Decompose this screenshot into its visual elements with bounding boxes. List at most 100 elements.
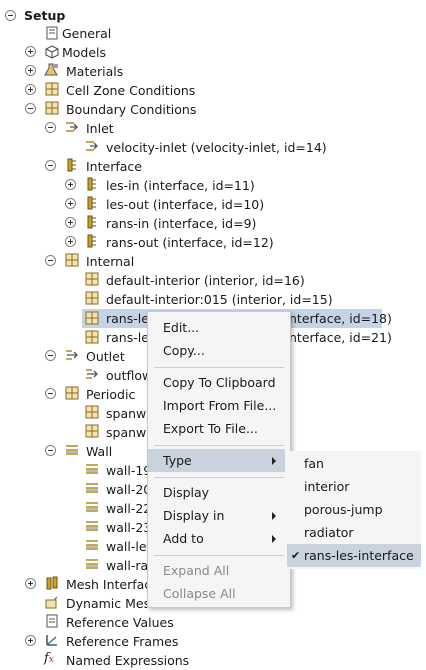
menu-separator <box>154 477 284 478</box>
interface-icon <box>87 177 96 191</box>
interface-icon <box>87 234 96 248</box>
tree-item-les-in[interactable]: les-in (interface, id=11) <box>106 176 255 195</box>
collapse-toggle[interactable] <box>45 445 56 456</box>
menu-item-copy-to-clipboard[interactable]: Copy To Clipboard <box>148 371 290 394</box>
internal-icon <box>85 272 99 286</box>
expand-toggle[interactable] <box>25 46 36 57</box>
tree-item-wall-19[interactable]: wall-19 <box>106 461 151 480</box>
collapse-toggle[interactable] <box>25 103 36 114</box>
tree-item-outlet[interactable]: Outlet <box>86 347 125 366</box>
menu-item-display-in[interactable]: Display in <box>148 504 285 527</box>
dynamic-mesh-icon <box>45 596 58 609</box>
tree-item-periodic[interactable]: Periodic <box>86 385 135 404</box>
expand-toggle[interactable] <box>65 236 76 247</box>
models-icon <box>45 45 59 59</box>
tree-item-setup[interactable]: Setup <box>24 6 65 25</box>
tree-item-wall[interactable]: Wall <box>86 442 112 461</box>
submenu-item-fan[interactable]: fan <box>287 452 421 475</box>
submenu-item-rans-les-interface-label: rans-les-interface <box>304 548 414 563</box>
tree-item-rans-les-21-suffix: nterface, id=21) <box>289 330 392 345</box>
menu-item-import-from-file[interactable]: Import From File... <box>148 394 290 417</box>
outlet-icon <box>86 369 98 379</box>
reference-frames-icon <box>46 635 57 646</box>
submenu-item-interior[interactable]: interior <box>287 475 421 498</box>
menu-separator <box>154 555 284 556</box>
menu-item-expand-all[interactable]: Expand All <box>148 559 290 582</box>
expand-toggle[interactable] <box>65 198 76 209</box>
wall-icon <box>86 464 98 474</box>
tree-item-wall-22[interactable]: wall-22 <box>106 499 151 518</box>
tree-item-wall-20[interactable]: wall-20 <box>106 480 151 499</box>
tree-item-velocity-inlet[interactable]: velocity-inlet (velocity-inlet, id=14) <box>106 138 327 157</box>
tree-item-cell-zone-conditions[interactable]: Cell Zone Conditions <box>66 81 195 100</box>
tree-item-boundary-conditions[interactable]: Boundary Conditions <box>66 100 196 119</box>
menu-item-add-to-label: Add to <box>163 531 204 546</box>
wall-icon <box>86 540 98 550</box>
tree-item-named-expressions[interactable]: Named Expressions <box>66 651 189 670</box>
internal-icon <box>65 253 79 267</box>
tree-item-rans-les-21[interactable]: rans-le <box>106 328 149 347</box>
submenu-arrow-icon <box>272 535 276 543</box>
tree-item-rans-les-18-suffix: nterface, id=18) <box>289 311 392 326</box>
tree-item-mesh-interfaces[interactable]: Mesh Interfac <box>66 575 151 594</box>
collapse-toggle[interactable] <box>45 388 56 399</box>
tree-item-models[interactable]: Models <box>62 43 106 62</box>
collapse-toggle[interactable] <box>45 350 56 361</box>
tree-item-dynamic-mesh[interactable]: Dynamic Mes <box>66 594 150 613</box>
tree-item-wall-les[interactable]: wall-le <box>106 537 147 556</box>
internal-icon <box>85 311 99 325</box>
tree-item-general[interactable]: General <box>62 24 111 43</box>
submenu-item-porous-jump[interactable]: porous-jump <box>287 498 421 521</box>
tree-item-reference-frames[interactable]: Reference Frames <box>66 632 178 651</box>
tree-item-default-interior-015[interactable]: default-interior:015 (interior, id=15) <box>106 290 333 309</box>
tree-item-materials[interactable]: Materials <box>66 62 123 81</box>
menu-item-copy[interactable]: Copy... <box>148 339 290 362</box>
tree-item-default-interior[interactable]: default-interior (interior, id=16) <box>106 271 305 290</box>
expand-toggle[interactable] <box>25 635 36 646</box>
menu-item-collapse-all[interactable]: Collapse All <box>148 582 290 605</box>
tree-item-rans-out[interactable]: rans-out (interface, id=12) <box>106 233 274 252</box>
submenu-item-radiator[interactable]: radiator <box>287 521 421 544</box>
menu-item-add-to[interactable]: Add to <box>148 527 285 550</box>
tree-item-reference-values[interactable]: Reference Values <box>66 613 174 632</box>
submenu-item-rans-les-interface[interactable]: ✔ rans-les-interface <box>287 544 421 567</box>
expand-toggle[interactable] <box>25 84 36 95</box>
tree-item-rans-in[interactable]: rans-in (interface, id=9) <box>106 214 256 233</box>
expand-toggle[interactable] <box>65 179 76 190</box>
menu-separator <box>154 367 284 368</box>
menu-item-display[interactable]: Display <box>148 481 290 504</box>
submenu-arrow-icon <box>272 512 276 520</box>
context-menu: Edit... Copy... Copy To Clipboard Import… <box>147 311 291 608</box>
collapse-toggle[interactable] <box>45 255 56 266</box>
expand-toggle[interactable] <box>65 217 76 228</box>
menu-separator <box>154 445 284 446</box>
tree-item-internal[interactable]: Internal <box>86 252 134 271</box>
tree-item-rans-les-18[interactable]: rans-le <box>106 309 149 328</box>
tree-item-wall-23[interactable]: wall-23 <box>106 518 151 537</box>
submenu-arrow-icon <box>272 457 276 465</box>
tree-item-inlet[interactable]: Inlet <box>86 119 114 138</box>
tree-item-spanw-2[interactable]: spanw <box>106 423 146 442</box>
expand-toggle[interactable] <box>25 578 36 589</box>
collapse-toggle[interactable] <box>45 122 56 133</box>
interface-icon <box>87 215 96 229</box>
collapse-toggle[interactable] <box>45 160 56 171</box>
wall-icon <box>86 521 98 531</box>
menu-item-export-to-file[interactable]: Export To File... <box>148 417 290 440</box>
tree-item-spanw-1[interactable]: spanw <box>106 404 146 423</box>
collapse-toggle[interactable] <box>5 10 16 21</box>
tree-item-interface[interactable]: Interface <box>86 157 142 176</box>
internal-icon <box>85 291 99 305</box>
wall-icon <box>86 502 98 512</box>
tree-item-wall-rans[interactable]: wall-ra <box>106 556 148 575</box>
menu-item-type[interactable]: Type <box>148 449 285 472</box>
interface-icon <box>67 158 76 172</box>
outlet-icon <box>66 350 78 360</box>
inlet-icon <box>66 122 78 132</box>
checkmark-icon: ✔ <box>291 549 301 562</box>
reference-values-icon <box>46 614 58 628</box>
expand-toggle[interactable] <box>25 65 36 76</box>
menu-item-edit[interactable]: Edit... <box>148 316 290 339</box>
tree-item-outflow[interactable]: outflow <box>106 366 152 385</box>
tree-item-les-out[interactable]: les-out (interface, id=10) <box>106 195 264 214</box>
